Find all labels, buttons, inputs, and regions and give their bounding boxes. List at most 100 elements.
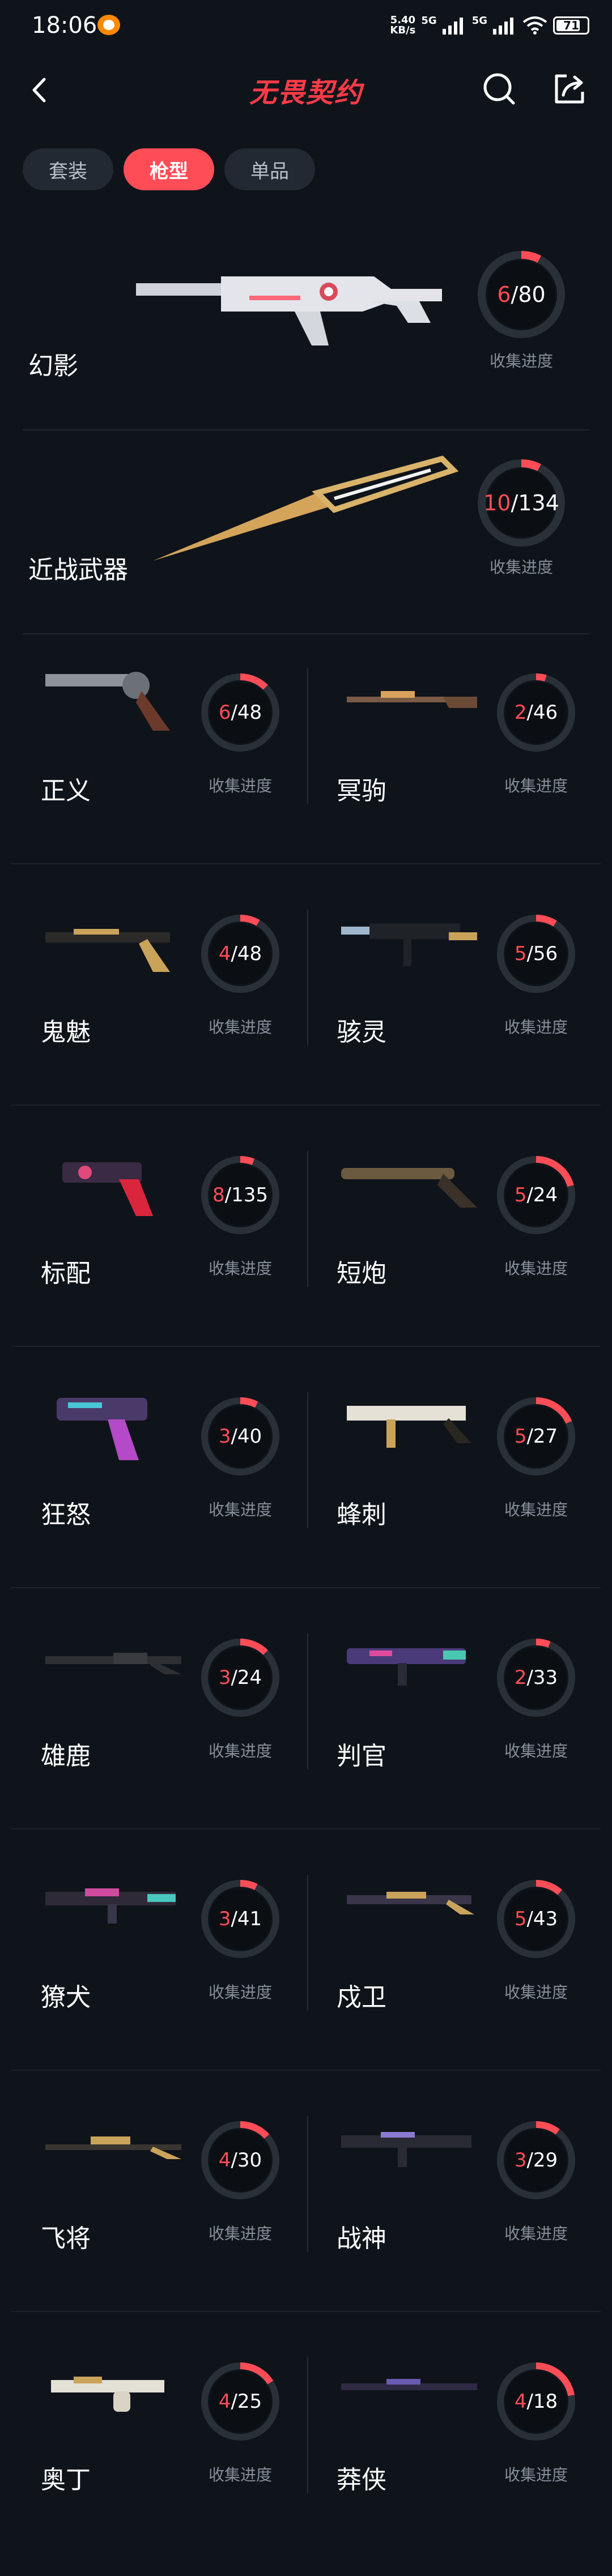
signal-icon-2 (493, 16, 517, 35)
weapon-card-shorty[interactable]: 短炮 5/24 收集进度 (307, 1106, 602, 1347)
shotgun-image (341, 1168, 477, 1208)
share-icon[interactable] (550, 69, 589, 109)
weapon-card-melee[interactable]: 近战武器 10/134 收集进度 (23, 430, 589, 634)
progress-ring: 4/48 (198, 912, 282, 996)
progress-caption: 收集进度 (208, 1983, 272, 2002)
weapon-card-ares[interactable]: 战神 3/29 收集进度 (307, 2071, 602, 2312)
progress-ring: 5/27 (494, 1394, 578, 1478)
battery-icon: 71 (553, 16, 589, 35)
sniper-image (341, 2379, 477, 2390)
pistol-image (62, 1162, 153, 1216)
tab-outfits[interactable]: 套装 (23, 148, 113, 190)
machine-gun-image (51, 2377, 164, 2412)
weapon-card-operator[interactable]: 飞将 4/30 收集进度 (11, 2071, 306, 2312)
progress-count: 2/33 (514, 1666, 558, 1689)
total-count: 56 (533, 942, 558, 965)
weapon-card-stinger[interactable]: 蜂刺 5/27 收集进度 (307, 1347, 602, 1588)
total-count: 24 (237, 1666, 262, 1689)
status-time: 18:06 (32, 12, 97, 39)
total-count: 80 (518, 282, 546, 307)
weapon-name: 判官 (337, 1742, 386, 1771)
weapon-row: 飞将 4/30 收集进度 战神 3/29 收集进度 (11, 2071, 601, 2312)
weapon-card-bulldog[interactable]: 獠犬 3/41 收集进度 (11, 1829, 306, 2071)
weapon-card-ghost[interactable]: 鬼魅 4/48 收集进度 (11, 864, 306, 1106)
weapon-card-marshal[interactable]: 冥驹 2/46 收集进度 (307, 623, 602, 864)
progress-ring: 4/18 (494, 2360, 578, 2443)
progress-count: 3/29 (514, 2149, 558, 2172)
weapon-card-spectre[interactable]: 骇灵 5/56 收集进度 (307, 864, 602, 1106)
collected-count: 10 (483, 491, 511, 515)
progress-ring: 3/24 (198, 1636, 282, 1720)
weapon-row: 雄鹿 3/24 收集进度 判官 2/33 收集进度 (11, 1588, 601, 1829)
total-count: 29 (533, 2149, 558, 2172)
progress-ring: 3/29 (494, 2118, 578, 2202)
rifle-image (136, 276, 442, 346)
network-speed-unit: KB/s (390, 24, 416, 36)
weapon-card-bucky[interactable]: 雄鹿 3/24 收集进度 (11, 1588, 306, 1829)
total-count: 135 (231, 1184, 268, 1206)
weapon-card-odin[interactable]: 奥丁 4/25 收集进度 (11, 2312, 306, 2553)
header: 无畏契约 (0, 57, 612, 125)
progress-ring: 3/41 (198, 1877, 282, 1961)
progress-ring: 4/30 (198, 2118, 282, 2202)
status-indicators: 5.40 KB/s 5G 5G 71 (390, 11, 589, 40)
weapon-card-frenzy[interactable]: 狂怒 3/40 收集进度 (11, 1347, 306, 1588)
pistol-image (57, 1398, 147, 1460)
progress-caption: 收集进度 (208, 1742, 272, 1760)
total-count: 18 (533, 2390, 558, 2413)
network-type-label: 5G (421, 14, 437, 27)
progress-count: 3/24 (218, 1666, 262, 1689)
progress-caption: 收集进度 (504, 1018, 568, 1037)
weapon-name: 鬼魅 (41, 1018, 91, 1047)
network-speed: 5.40 KB/s (390, 15, 415, 36)
progress-count: 5/43 (514, 1908, 558, 1930)
search-icon[interactable] (479, 69, 519, 109)
progress-ring: 4/25 (198, 2360, 282, 2443)
weapon-card-guardian[interactable]: 戍卫 5/43 收集进度 (307, 1829, 602, 2071)
collected-count: 5 (514, 1425, 527, 1448)
weapon-card-sheriff[interactable]: 正义 6/48 收集进度 (11, 623, 306, 864)
wifi-icon (522, 16, 547, 35)
shotgun-image (347, 1648, 466, 1686)
weapon-card-outlaw[interactable]: 莽侠 4/18 收集进度 (307, 2312, 602, 2553)
progress-count: 8/135 (212, 1184, 268, 1206)
progress-count: 4/48 (218, 942, 262, 965)
weapon-name: 雄鹿 (41, 1742, 91, 1771)
progress-count: 10/134 (483, 491, 559, 515)
progress-count: 4/18 (514, 2390, 558, 2413)
weapon-card-classic[interactable]: 标配 8/135 收集进度 (11, 1106, 306, 1347)
collected-count: 6 (218, 701, 231, 724)
collected-count: 3 (218, 1425, 231, 1448)
total-count: 30 (237, 2149, 262, 2172)
weapon-row: 鬼魅 4/48 收集进度 骇灵 5/56 收集进度 (11, 864, 601, 1106)
progress-caption: 收集进度 (489, 352, 553, 370)
collected-count: 2 (514, 1666, 527, 1689)
progress-count: 5/27 (514, 1425, 558, 1448)
collected-count: 2 (514, 701, 527, 724)
weapon-name: 正义 (41, 777, 91, 805)
progress-ring: 5/43 (494, 1877, 578, 1961)
total-count: 41 (237, 1908, 262, 1930)
progress-caption: 收集进度 (504, 1983, 568, 2002)
progress-caption: 收集进度 (504, 1500, 568, 1519)
total-count: 43 (533, 1908, 558, 1930)
progress-caption: 收集进度 (208, 1500, 272, 1519)
tab-weapon-types[interactable]: 枪型 (124, 148, 214, 190)
category-tabs: 套装 枪型 单品 (23, 148, 315, 190)
weapon-name: 冥驹 (337, 777, 386, 805)
progress-caption: 收集进度 (504, 777, 568, 795)
battery-level: 71 (563, 19, 579, 32)
collected-count: 8 (212, 1184, 225, 1206)
progress-caption: 收集进度 (504, 1742, 568, 1760)
sniper-image (347, 691, 477, 708)
weapon-name: 獠犬 (41, 1983, 91, 2012)
weapon-card-judge[interactable]: 判官 2/33 收集进度 (307, 1588, 602, 1829)
knife-image (153, 455, 459, 561)
tab-single-items[interactable]: 单品 (224, 148, 315, 190)
weapon-card-phantom[interactable]: 幻影 6/80 收集进度 (23, 227, 589, 430)
signal-icon (442, 16, 466, 35)
weapon-name: 近战武器 (28, 556, 128, 585)
progress-caption: 收集进度 (208, 1259, 272, 1278)
weapon-name: 飞将 (41, 2224, 91, 2253)
collected-count: 5 (514, 1184, 527, 1206)
